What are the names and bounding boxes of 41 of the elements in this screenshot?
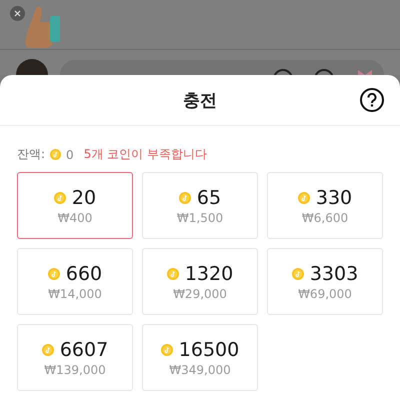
balance-label: 잔액: — [17, 146, 46, 163]
coin-package[interactable]: 65 ₩1,500 — [142, 172, 258, 239]
coin-icon — [48, 268, 60, 280]
package-price: ₩349,000 — [169, 362, 231, 376]
coin-icon — [50, 149, 62, 160]
coin-amount: 3303 — [310, 262, 358, 284]
package-price: ₩29,000 — [173, 286, 227, 300]
help-icon — [366, 93, 378, 107]
coin-amount: 1320 — [184, 262, 234, 284]
coin-package[interactable]: 1320 ₩29,000 — [142, 248, 258, 315]
package-price: ₩400 — [58, 210, 92, 224]
coin-amount: 660 — [66, 262, 102, 284]
coin-amount: 20 — [72, 186, 96, 208]
sheet-title: 충전 — [183, 90, 217, 112]
coin-icon — [292, 268, 304, 280]
coin-package[interactable]: 16500 ₩349,000 — [142, 324, 258, 391]
coin-amount: 330 — [316, 186, 352, 208]
coin-icon — [42, 344, 54, 356]
shortage-warning: 5개 코인이 부족합니다 — [84, 146, 207, 163]
close-icon — [14, 10, 21, 17]
help-button[interactable] — [360, 88, 384, 112]
coin-icon — [166, 268, 179, 280]
package-price: ₩69,000 — [298, 286, 352, 300]
coin-package[interactable]: 20 ₩400 — [17, 172, 133, 239]
coin-package[interactable]: 3303 ₩69,000 — [267, 248, 383, 315]
package-price: ₩139,000 — [44, 362, 106, 376]
package-price: ₩6,600 — [302, 210, 348, 224]
coin-icon — [178, 192, 191, 204]
coin-amount: 65 — [196, 186, 222, 208]
coin-icon — [298, 192, 310, 204]
coin-amount: 6607 — [60, 338, 108, 360]
close-button[interactable] — [10, 6, 25, 21]
coin-package[interactable]: 6607 ₩139,000 — [17, 324, 133, 391]
package-price: ₩14,000 — [48, 286, 102, 300]
balance-amount: 0 — [66, 148, 74, 162]
coin-icon — [54, 192, 66, 204]
coin-package[interactable]: 660 ₩14,000 — [17, 248, 133, 315]
package-price: ₩1,500 — [176, 210, 224, 224]
coin-amount: 16500 — [178, 338, 240, 360]
coin-package[interactable]: 330 ₩6,600 — [267, 172, 383, 239]
coin-icon — [160, 344, 173, 356]
